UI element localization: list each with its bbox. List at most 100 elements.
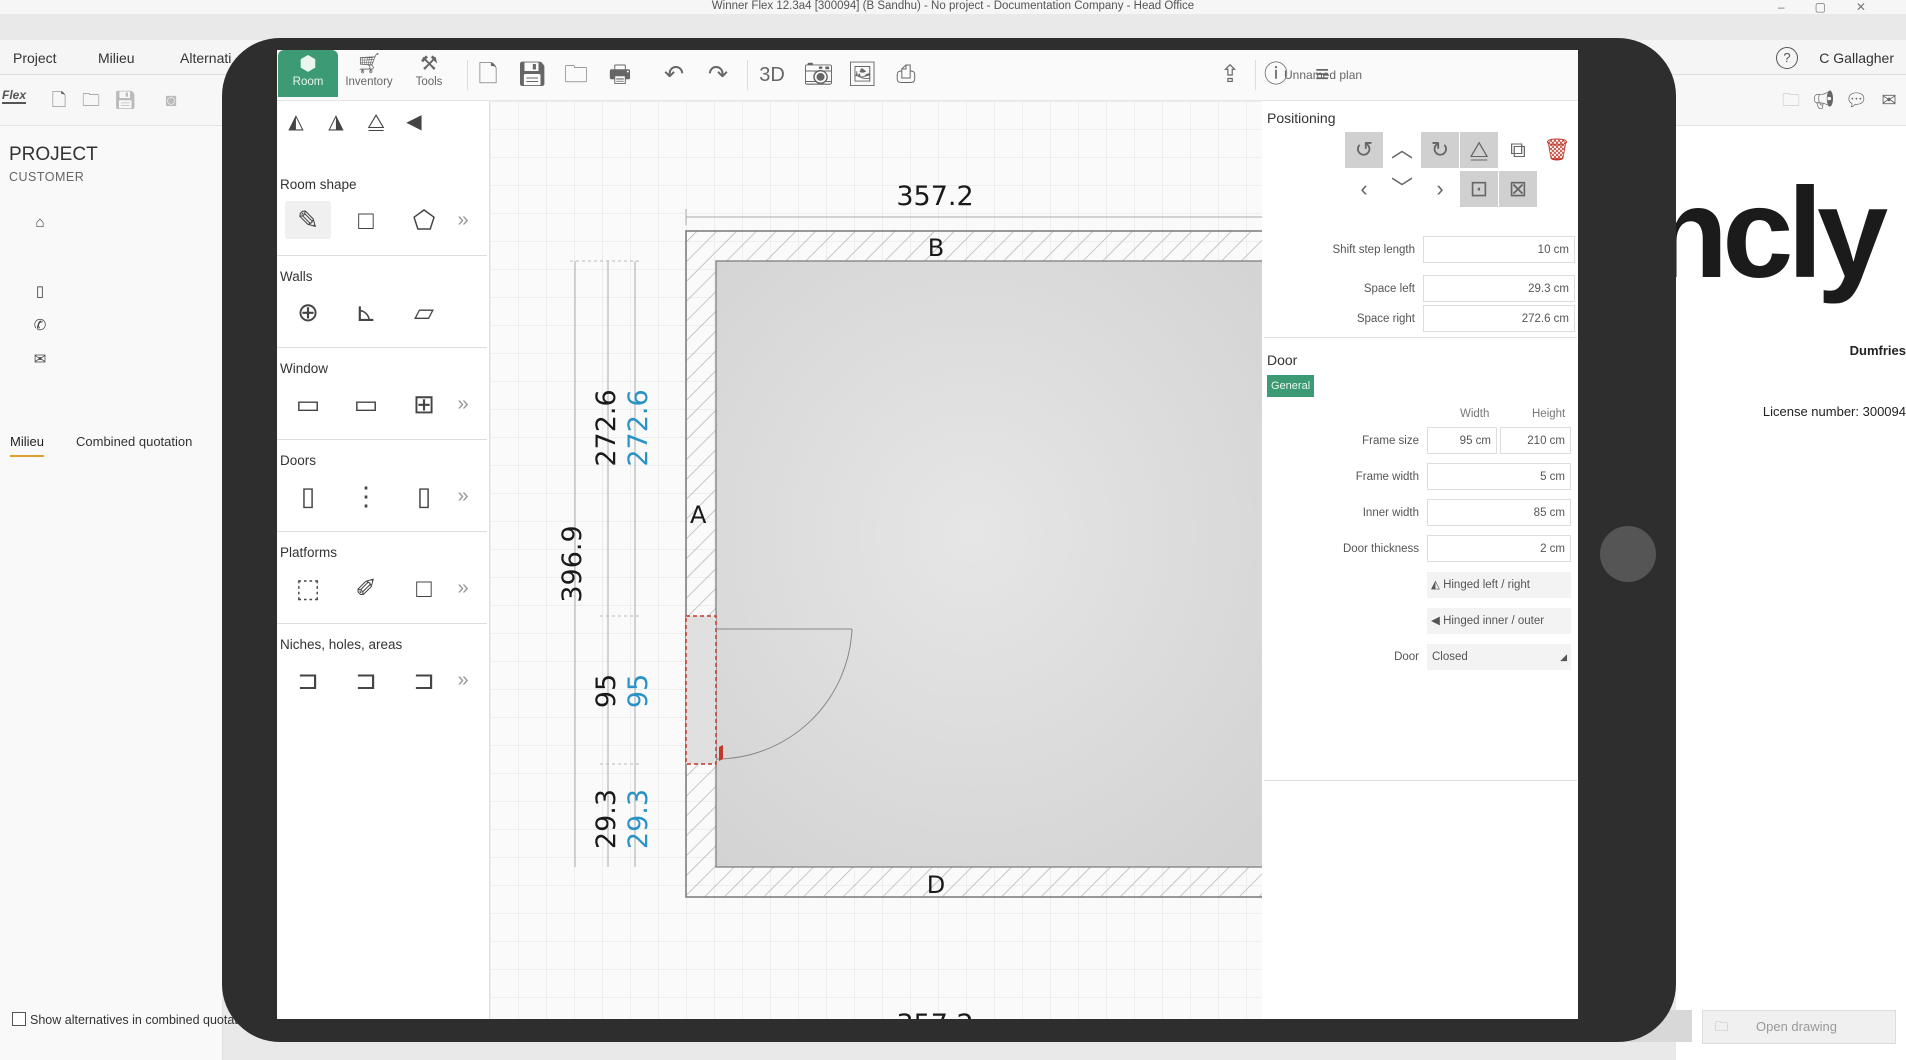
duplicate-icon[interactable]: ⧉ xyxy=(1499,132,1537,168)
dimension-door-width[interactable]: 95 xyxy=(591,674,622,708)
open-folder-icon[interactable]: 🗀 xyxy=(80,90,102,110)
tab-inventory[interactable]: 🛒︎ Inventory xyxy=(339,50,399,97)
folder-icon[interactable]: 🗀 xyxy=(1780,90,1802,110)
shift-step-field[interactable]: 10 cm xyxy=(1423,236,1575,263)
door-thickness-field[interactable]: 2 cm xyxy=(1427,535,1571,562)
dimension-bottom[interactable]: 357.2 xyxy=(896,1009,973,1019)
tablet-home-button[interactable] xyxy=(1600,526,1656,582)
dimension-lower-segment-inner[interactable]: 29.3 xyxy=(623,789,654,849)
more-niches-icon[interactable]: » xyxy=(453,661,473,699)
open-plan-icon[interactable]: 🗀 xyxy=(561,62,591,88)
chat-icon[interactable]: 💬︎ xyxy=(1845,90,1868,110)
dimension-door-width-inner[interactable]: 95 xyxy=(623,674,654,708)
mirror-icon[interactable]: ⧋ xyxy=(1460,132,1498,168)
redo-icon[interactable]: ↷ xyxy=(703,62,733,88)
share-view-icon[interactable]: ⎙ xyxy=(891,62,921,88)
hinged-left-right-button[interactable]: ◭ Hinged left / right xyxy=(1427,572,1571,598)
door-opening-tool[interactable]: ⋮ xyxy=(343,477,389,515)
flip-room-icon[interactable]: ◀ xyxy=(395,103,433,141)
door-frame-tool[interactable]: ▯ xyxy=(401,477,447,515)
dimension-upper-segment[interactable]: 272.6 xyxy=(591,389,622,466)
export-icon[interactable]: ⇪ xyxy=(1215,62,1245,88)
draw-room-tool[interactable]: ✎ xyxy=(285,201,331,239)
delete-icon[interactable]: 🗑︎ xyxy=(1538,132,1576,168)
menu-project[interactable]: Project xyxy=(13,50,57,66)
window-cross-tool[interactable]: ⊞ xyxy=(401,385,447,423)
rectangle-room-tool[interactable]: □ xyxy=(343,201,389,239)
help-icon[interactable]: ⓘ xyxy=(1261,62,1291,88)
door-frame[interactable] xyxy=(685,615,717,765)
room-floor[interactable] xyxy=(715,260,1262,868)
phone-icon[interactable]: ✆ xyxy=(30,316,50,336)
window-controls[interactable]: –▢✕ xyxy=(1778,0,1896,14)
move-down-icon[interactable]: ﹀ xyxy=(1383,171,1421,207)
dimension-lower-segment[interactable]: 29.3 xyxy=(591,789,622,849)
help-icon[interactable]: ? xyxy=(1776,47,1798,69)
wall-measure-tool[interactable]: ⊾ xyxy=(343,293,389,331)
move-up-icon[interactable]: ︿ xyxy=(1383,132,1421,168)
wall-label-d[interactable]: D xyxy=(927,871,945,899)
save-plan-icon[interactable]: 💾︎ xyxy=(517,62,547,88)
tab-milieu[interactable]: Milieu xyxy=(10,434,44,457)
phone-device-icon[interactable]: ▯ xyxy=(30,282,50,302)
move-left-icon[interactable]: ‹ xyxy=(1345,171,1383,207)
space-left-field[interactable]: 29.3 cm xyxy=(1423,275,1575,302)
undo-icon[interactable]: ↶ xyxy=(659,62,689,88)
checkbox-box[interactable] xyxy=(12,1012,26,1026)
save-icon[interactable]: 💾︎ xyxy=(114,90,137,110)
window-center-tool[interactable]: ▭ xyxy=(343,385,389,423)
rotate-right-room-icon[interactable]: ◮ xyxy=(317,103,355,141)
platform-draw-tool[interactable]: ✐ xyxy=(343,569,389,607)
camera-icon[interactable]: 📷︎ xyxy=(803,62,833,88)
frame-width-field[interactable]: 5 cm xyxy=(1427,463,1571,490)
frame-size-height-field[interactable]: 210 cm xyxy=(1500,427,1571,454)
dimension-upper-segment-inner[interactable]: 272.6 xyxy=(623,389,654,466)
dimension-left-total[interactable]: 396.9 xyxy=(557,525,588,602)
add-wall-tool[interactable]: ⊕ xyxy=(285,293,331,331)
frame-size-width-field[interactable]: 95 cm xyxy=(1427,427,1497,454)
more-room-shapes-icon[interactable]: » xyxy=(453,201,473,239)
mirror-room-icon[interactable]: ⧋ xyxy=(357,103,395,141)
mail-icon[interactable]: ✉ xyxy=(1878,90,1900,110)
camera-icon[interactable]: ◙ xyxy=(160,90,182,110)
new-file-icon[interactable]: 🗋 xyxy=(48,90,70,110)
niche-tool[interactable]: ⊐ xyxy=(285,661,331,699)
rotate-left-room-icon[interactable]: ◭ xyxy=(277,103,315,141)
tab-combined-quotation[interactable]: Combined quotation xyxy=(76,434,192,449)
platform-square-tool[interactable]: □ xyxy=(401,569,447,607)
hinged-inner-outer-button[interactable]: ◀ Hinged inner / outer xyxy=(1427,608,1571,634)
tab-general[interactable]: General xyxy=(1267,375,1315,397)
more-platforms-icon[interactable]: » xyxy=(453,569,473,607)
platform-rect-tool[interactable]: ⬚ xyxy=(285,569,331,607)
announce-icon[interactable]: 📢︎ xyxy=(1812,90,1835,110)
user-name[interactable]: C Gallagher xyxy=(1819,50,1894,66)
tab-room[interactable]: ⬢ Room xyxy=(278,50,338,97)
area-tool[interactable]: ⊐ xyxy=(401,661,447,699)
print-icon[interactable]: 🖶 xyxy=(605,62,635,88)
hamburger-menu-icon[interactable]: ≡ xyxy=(1307,62,1337,88)
more-doors-icon[interactable]: » xyxy=(453,477,473,515)
rotate-cw-icon[interactable]: ↻ xyxy=(1421,132,1459,168)
space-right-field[interactable]: 272.6 cm xyxy=(1423,305,1575,332)
wall-label-b[interactable]: B xyxy=(928,234,944,262)
window-left-tool[interactable]: ▭ xyxy=(285,385,331,423)
tab-tools[interactable]: ⚒ Tools xyxy=(399,50,459,97)
move-right-icon[interactable]: › xyxy=(1421,171,1459,207)
align-icon[interactable]: ⊡ xyxy=(1460,171,1498,207)
new-plan-icon[interactable]: 🗋 xyxy=(473,62,503,88)
inner-width-field[interactable]: 85 cm xyxy=(1427,499,1571,526)
image-export-icon[interactable]: 🖼︎ xyxy=(847,62,877,88)
home-icon[interactable]: ⌂ xyxy=(30,214,50,234)
open-drawing-button[interactable]: 🗀 Open drawing xyxy=(1702,1010,1896,1044)
wall-label-a[interactable]: A xyxy=(690,501,707,529)
dimension-top[interactable]: 357.2 xyxy=(896,181,973,212)
hole-tool[interactable]: ⊐ xyxy=(343,661,389,699)
email-icon[interactable]: ✉ xyxy=(30,350,50,370)
menu-milieu[interactable]: Milieu xyxy=(98,50,135,66)
cut-corner-room-tool[interactable]: ⬠ xyxy=(401,201,447,239)
room-walls[interactable] xyxy=(685,230,1262,898)
door-single-tool[interactable]: ▯ xyxy=(285,477,331,515)
door-state-select[interactable]: Closed ◢ xyxy=(1427,644,1571,670)
drawing-canvas[interactable]: 357.2 357.2 396.9 272.6 272.6 95 95 29.3… xyxy=(490,101,1262,1019)
more-windows-icon[interactable]: » xyxy=(453,385,473,423)
